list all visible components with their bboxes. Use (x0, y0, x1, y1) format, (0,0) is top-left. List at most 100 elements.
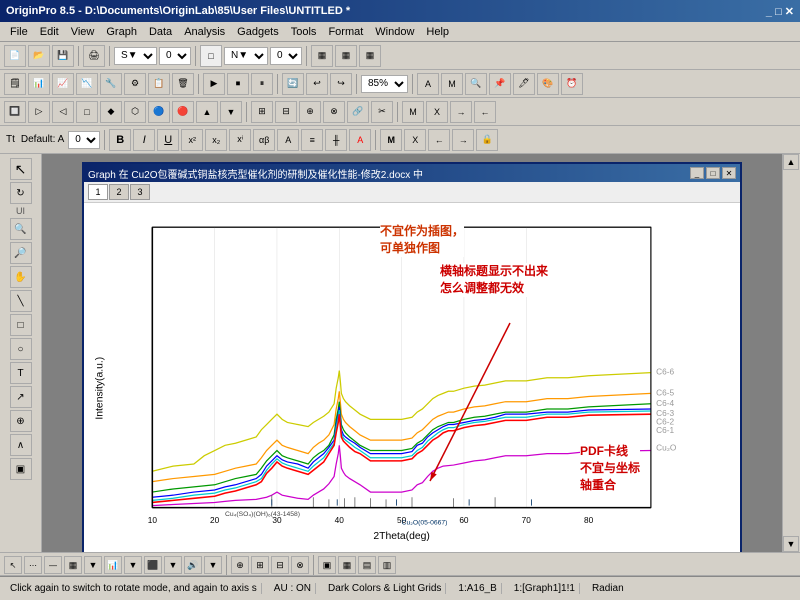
open-btn[interactable]: 📂 (28, 45, 50, 67)
bt1-3[interactable]: — (44, 556, 62, 574)
bt1-14[interactable]: ⊟ (271, 556, 289, 574)
new-btn[interactable]: 📄 (4, 45, 26, 67)
bt1-18[interactable]: ▤ (358, 556, 376, 574)
tb3-20[interactable]: ← (474, 101, 496, 123)
bt1-16[interactable]: ▣ (318, 556, 336, 574)
tb2-12[interactable]: 🔄 (282, 73, 304, 95)
tb2-2[interactable]: 📊 (28, 73, 50, 95)
tb2-3[interactable]: 📈 (52, 73, 74, 95)
arrow-right-btn[interactable]: → (452, 129, 474, 151)
tb2-21[interactable]: ⏰ (561, 73, 583, 95)
tb3-3[interactable]: ◁ (52, 101, 74, 123)
bt1-10[interactable]: 🔊 (184, 556, 202, 574)
tb2-17[interactable]: 🔍 (465, 73, 487, 95)
spacing-btn[interactable]: ╫ (325, 129, 347, 151)
tb3-6[interactable]: ⬡ (124, 101, 146, 123)
tb3-4[interactable]: □ (76, 101, 98, 123)
menu-analysis[interactable]: Analysis (178, 24, 231, 40)
tb2-13[interactable]: ↩ (306, 73, 328, 95)
tb3-19[interactable]: → (450, 101, 472, 123)
bt1-7[interactable]: ▼ (124, 556, 142, 574)
rotate-tool[interactable]: ↻ (10, 182, 32, 204)
tb3-15[interactable]: 🔗 (347, 101, 369, 123)
bt1-1[interactable]: ↖ (4, 556, 22, 574)
bt1-5[interactable]: ▼ (84, 556, 102, 574)
tb3-11[interactable]: ⊞ (251, 101, 273, 123)
num-select[interactable]: 0 (270, 47, 302, 65)
bt1-8[interactable]: ⬛ (144, 556, 162, 574)
tb3-17[interactable]: M (402, 101, 424, 123)
draw-line-tool[interactable]: ╲ (10, 290, 32, 312)
italic-button[interactable]: I (133, 129, 155, 151)
tb2-7[interactable]: 📋 (148, 73, 170, 95)
close-button[interactable]: ✕ (785, 6, 794, 18)
scroll-down-btn[interactable]: ▼ (783, 536, 799, 552)
subscript-button[interactable]: x₂ (205, 129, 227, 151)
arrow-tool[interactable]: ↗ (10, 386, 32, 408)
tb3-10[interactable]: ▼ (220, 101, 242, 123)
align-btn[interactable]: ≡ (301, 129, 323, 151)
text-tool[interactable]: T (10, 362, 32, 384)
arrow-left-btn[interactable]: ← (428, 129, 450, 151)
tb2-18[interactable]: 📌 (489, 73, 511, 95)
graph-close-btn[interactable]: ✕ (722, 167, 736, 179)
right-scrollbar[interactable]: ▲ ▼ (782, 154, 800, 552)
alpha-btn[interactable]: αβ (253, 129, 275, 151)
bt1-6[interactable]: 📊 (104, 556, 122, 574)
underline-button[interactable]: U (157, 129, 179, 151)
tb3-2[interactable]: ▷ (28, 101, 50, 123)
data-reader-tool[interactable]: ⊕ (10, 410, 32, 432)
tb3-8[interactable]: 🔴 (172, 101, 194, 123)
tool2[interactable]: ▦ (335, 45, 357, 67)
tb3-18[interactable]: X (426, 101, 448, 123)
bt1-15[interactable]: ⊗ (291, 556, 309, 574)
zoom-out-tool[interactable]: 🔎 (10, 242, 32, 264)
tb2-6[interactable]: ⚙ (124, 73, 146, 95)
bt1-11[interactable]: ▼ (204, 556, 222, 574)
superscript-button[interactable]: x² (181, 129, 203, 151)
page-tab-1[interactable]: 1 (88, 184, 108, 200)
menu-data[interactable]: Data (143, 24, 178, 40)
draw-rect-tool[interactable]: □ (10, 314, 32, 336)
tb2-11[interactable]: ⏸ (251, 73, 273, 95)
menu-file[interactable]: File (4, 24, 34, 40)
line-width-select[interactable]: 0 (159, 47, 191, 65)
tb2-20[interactable]: 🎨 (537, 73, 559, 95)
tb3-14[interactable]: ⊗ (323, 101, 345, 123)
tool3[interactable]: ▦ (359, 45, 381, 67)
scroll-up-btn[interactable]: ▲ (783, 154, 799, 170)
tb2-1[interactable]: 🗒 (4, 73, 26, 95)
tb2-14[interactable]: ↪ (330, 73, 352, 95)
tb2-16[interactable]: M (441, 73, 463, 95)
draw-circle-tool[interactable]: ○ (10, 338, 32, 360)
color-text-btn[interactable]: A (349, 129, 371, 151)
zoom-select[interactable]: 85% (361, 75, 408, 93)
peak-tool[interactable]: ∧ (10, 434, 32, 456)
save-btn[interactable]: 💾 (52, 45, 74, 67)
line-style-select[interactable]: S▼ (114, 47, 157, 65)
menu-format[interactable]: Format (322, 24, 369, 40)
bt1-19[interactable]: ▥ (378, 556, 396, 574)
maximize-button[interactable]: □ (775, 6, 782, 18)
tb3-5[interactable]: ◆ (100, 101, 122, 123)
tb3-13[interactable]: ⊕ (299, 101, 321, 123)
content-area[interactable]: Graph 在 Cu2O包覆碱式铜盐核壳型催化剂的研制及催化性能-修改2.doc… (42, 154, 782, 552)
bt1-17[interactable]: ▦ (338, 556, 356, 574)
menu-help[interactable]: Help (420, 24, 455, 40)
graph-maximize-btn[interactable]: □ (706, 167, 720, 179)
minimize-button[interactable]: _ (766, 6, 772, 18)
print-btn[interactable]: 🖨 (83, 45, 105, 67)
pointer-tool[interactable]: ↖ (10, 158, 32, 180)
tb2-5[interactable]: 🔧 (100, 73, 122, 95)
color-btn[interactable]: □ (200, 45, 222, 67)
tb3-9[interactable]: ▲ (196, 101, 218, 123)
tb3-12[interactable]: ⊟ (275, 101, 297, 123)
mask-tool[interactable]: ▣ (10, 458, 32, 480)
tb3-7[interactable]: 🔵 (148, 101, 170, 123)
pan-tool[interactable]: ✋ (10, 266, 32, 288)
graph-minimize-btn[interactable]: _ (690, 167, 704, 179)
mode-m-btn[interactable]: M (380, 129, 402, 151)
bt1-2[interactable]: ⋯ (24, 556, 42, 574)
menu-gadgets[interactable]: Gadgets (231, 24, 285, 40)
tb2-19[interactable]: 🖊 (513, 73, 535, 95)
